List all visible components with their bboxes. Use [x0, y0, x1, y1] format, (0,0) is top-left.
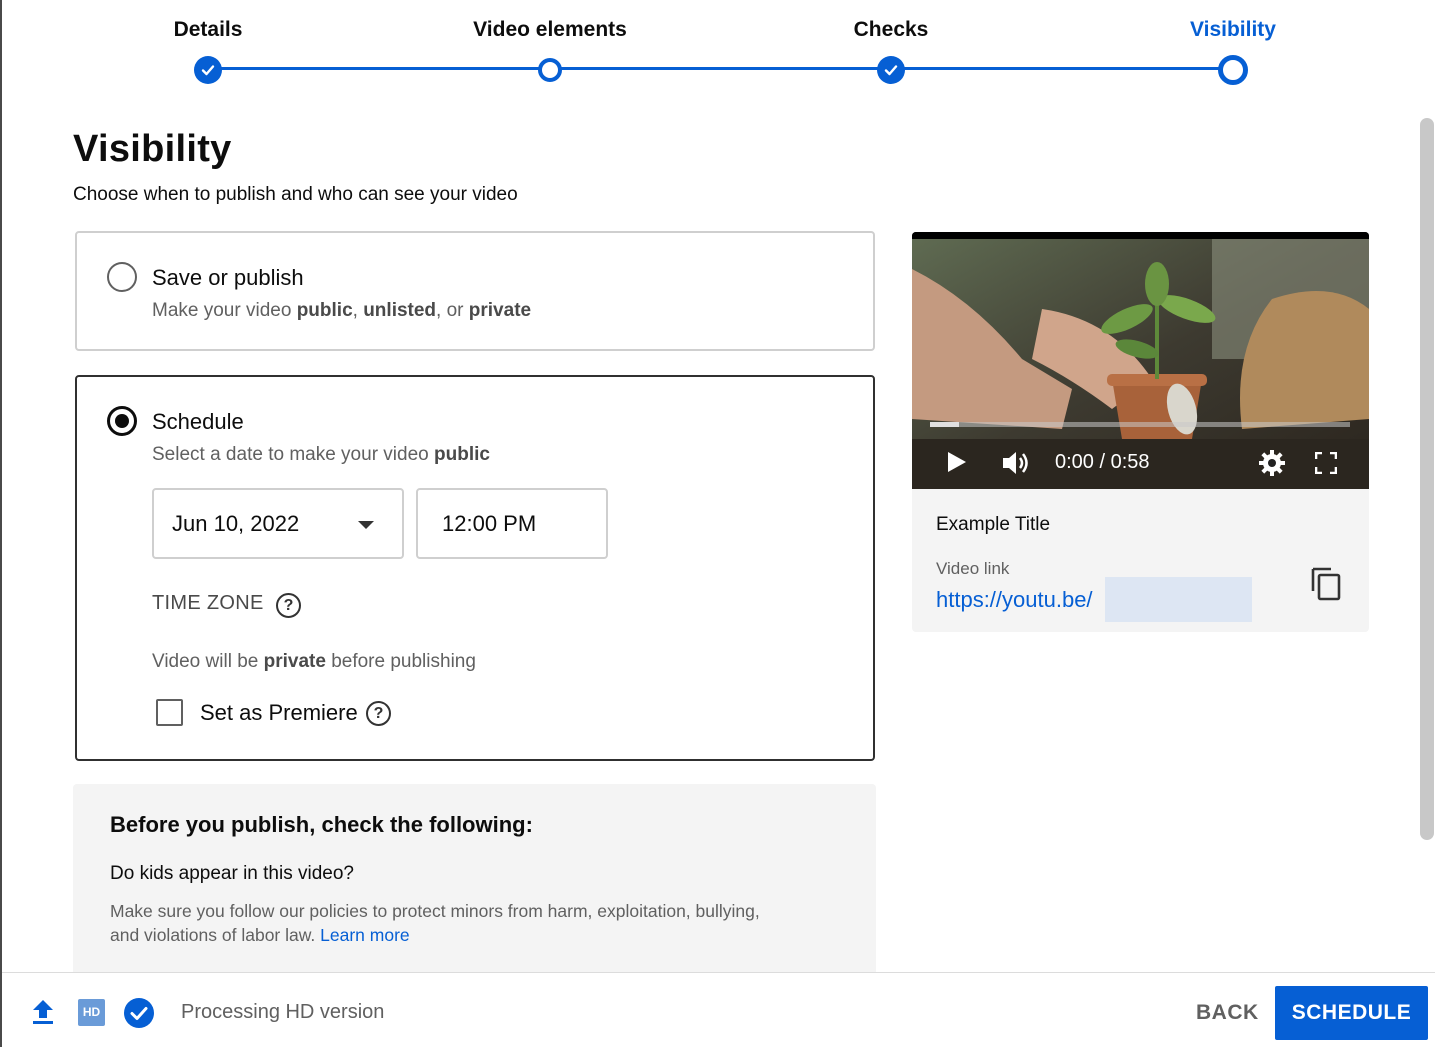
- schedule-radio[interactable]: [107, 406, 137, 436]
- hd-icon: HD: [78, 999, 105, 1026]
- video-link-redacted: [1105, 577, 1252, 622]
- schedule-option[interactable]: Schedule Select a date to make your vide…: [75, 375, 875, 761]
- step-checks[interactable]: Checks: [771, 14, 1011, 84]
- video-preview-panel: 0:00 / 0:58 Example Title Video link htt…: [912, 232, 1369, 632]
- video-time: 0:00 / 0:58: [1055, 451, 1150, 473]
- before-publish-checklist: Before you publish, check the following:…: [73, 784, 876, 984]
- back-button[interactable]: BACK: [1182, 995, 1273, 1031]
- checklist-title: Before you publish, check the following:: [110, 812, 533, 837]
- schedule-date-value: Jun 10, 2022: [172, 511, 300, 536]
- fullscreen-icon[interactable]: [1315, 452, 1337, 474]
- learn-more-link[interactable]: Learn more: [320, 925, 410, 945]
- step-video-elements[interactable]: Video elements: [430, 14, 670, 82]
- dropdown-arrow-icon: [358, 521, 374, 529]
- schedule-time-field[interactable]: 12:00 PM: [416, 488, 608, 559]
- step-visibility[interactable]: Visibility: [1113, 14, 1353, 85]
- upload-stepper: Details Video elements Checks Visibility: [2, 0, 1435, 100]
- volume-icon[interactable]: [1001, 449, 1033, 477]
- step-details-check-icon: [194, 56, 222, 84]
- step-video-elements-circle-icon: [538, 58, 562, 82]
- step-checks-check-icon: [877, 56, 905, 84]
- schedule-time-value: 12:00 PM: [442, 511, 537, 536]
- processed-check-icon: [124, 998, 154, 1028]
- processing-status: Processing HD version: [181, 1001, 385, 1023]
- step-details[interactable]: Details: [88, 14, 328, 84]
- timezone-label: TIME ZONE: [152, 592, 264, 614]
- stepper-line: [208, 67, 1233, 70]
- step-checks-label: Checks: [853, 18, 929, 41]
- video-player[interactable]: 0:00 / 0:58: [912, 232, 1369, 489]
- upload-icon: [33, 1000, 53, 1024]
- schedule-description: Select a date to make your video public: [152, 444, 490, 465]
- video-link-label: Video link: [936, 559, 1010, 578]
- save-or-publish-option[interactable]: Save or publish Make your video public, …: [75, 231, 875, 351]
- scrollbar-thumb[interactable]: [1420, 118, 1434, 840]
- play-icon[interactable]: [946, 450, 968, 474]
- dialog-footer: HD Processing HD version BACK SCHEDULE: [2, 972, 1435, 1047]
- save-or-publish-title: Save or publish: [152, 265, 304, 290]
- schedule-date-dropdown[interactable]: Jun 10, 2022: [152, 488, 404, 559]
- upload-dialog: Details Video elements Checks Visibility…: [0, 0, 1435, 1047]
- copy-icon[interactable]: [1309, 565, 1343, 601]
- private-before-publishing-note: Video will be private before publishing: [152, 651, 476, 672]
- save-or-publish-radio[interactable]: [107, 262, 137, 292]
- page-title: Visibility: [73, 128, 232, 170]
- step-visibility-label: Visibility: [1190, 18, 1276, 41]
- checklist-question: Do kids appear in this video?: [110, 863, 354, 884]
- video-progress-bar[interactable]: [930, 422, 1350, 427]
- video-link-url[interactable]: https://youtu.be/: [936, 587, 1093, 613]
- set-as-premiere-checkbox[interactable]: [156, 699, 183, 726]
- preview-video-title: Example Title: [936, 514, 1051, 535]
- settings-icon[interactable]: [1258, 449, 1286, 477]
- step-details-label: Details: [173, 18, 243, 41]
- page-subtitle: Choose when to publish and who can see y…: [73, 184, 518, 205]
- set-as-premiere-label: Set as Premiere: [200, 700, 358, 725]
- timezone-help-icon[interactable]: ?: [276, 593, 301, 618]
- checklist-body: Make sure you follow our policies to pro…: [110, 901, 760, 945]
- save-or-publish-description: Make your video public, unlisted, or pri…: [152, 300, 532, 321]
- video-progress-fill: [930, 422, 960, 427]
- schedule-title: Schedule: [152, 409, 244, 434]
- premiere-help-icon[interactable]: ?: [366, 701, 391, 726]
- step-visibility-circle-icon: [1218, 55, 1248, 85]
- schedule-button[interactable]: SCHEDULE: [1275, 986, 1428, 1040]
- step-video-elements-label: Video elements: [473, 18, 627, 41]
